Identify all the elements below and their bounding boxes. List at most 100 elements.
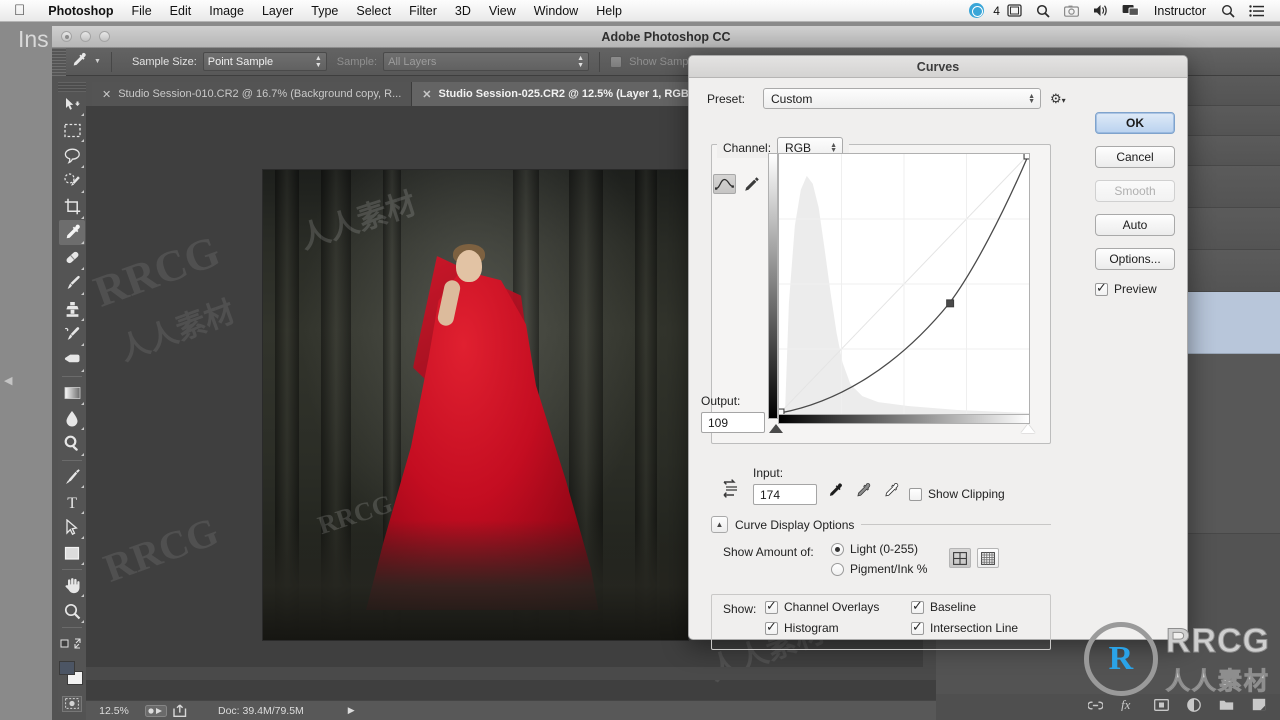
set-gray-point-eyedropper[interactable] [855,483,871,502]
close-icon[interactable]: ✕ [422,88,431,101]
auto-button[interactable]: Auto [1095,214,1175,236]
collapse-triangle-icon[interactable]: ▲ [711,516,728,533]
link-layers-icon[interactable] [1088,698,1103,716]
new-adjustment-layer-icon[interactable] [1187,698,1201,717]
menu-item-filter[interactable]: Filter [400,0,446,22]
menu-item-view[interactable]: View [480,0,525,22]
light-radio[interactable] [831,543,844,556]
menu-item-3d[interactable]: 3D [446,0,480,22]
menu-bar-user-name[interactable]: Instructor [1146,4,1214,18]
menu-item-window[interactable]: Window [525,0,587,22]
volume-icon[interactable] [1093,4,1108,17]
apple-logo-icon[interactable]:  [14,3,25,18]
zoom-tool[interactable] [59,598,85,624]
ok-button[interactable]: OK [1095,112,1175,134]
canvas-horizontal-scrollbar[interactable] [86,667,923,680]
sample-size-select[interactable]: Point Sample ▲▼ [203,52,327,71]
preview-checkbox[interactable] [1095,283,1108,296]
set-black-point-eyedropper[interactable] [827,483,843,502]
menu-item-photoshop[interactable]: Photoshop [39,0,122,22]
document-tab-1[interactable]: ✕ Studio Session-010.CR2 @ 16.7% (Backgr… [92,82,412,106]
display-icon[interactable] [1007,4,1022,17]
show-clipping-row[interactable]: Show Clipping [909,487,1005,501]
eraser-tool[interactable] [59,347,85,373]
show-clipping-checkbox[interactable] [909,488,922,501]
preview-row[interactable]: Preview [1095,282,1175,296]
toolbox-grip[interactable] [58,82,86,92]
channel-overlays-checkbox[interactable] [765,601,778,614]
status-menu-arrow-icon[interactable]: ▶ [348,705,355,716]
camera-raw-status-icon[interactable] [145,705,167,717]
quick-selection-tool[interactable] [59,169,85,195]
spot-healing-brush-tool[interactable] [59,245,85,271]
curve-point-tool[interactable] [713,174,736,194]
crop-tool[interactable] [59,194,85,220]
rectangular-marquee-tool[interactable] [59,117,85,143]
clone-stamp-tool[interactable] [59,296,85,322]
airplay-icon[interactable] [1122,4,1139,17]
creative-cloud-icon[interactable] [969,3,984,18]
options-button[interactable]: Options... [1095,248,1175,270]
gradient-tool[interactable] [59,380,85,406]
tenth-grid-button[interactable] [977,548,999,568]
menu-item-edit[interactable]: Edit [161,0,201,22]
histogram-row[interactable]: Histogram [765,621,911,635]
quarter-grid-button[interactable] [949,548,971,568]
menu-item-image[interactable]: Image [200,0,253,22]
share-icon[interactable] [173,704,189,717]
menu-item-select[interactable]: Select [347,0,400,22]
lasso-tool[interactable] [59,143,85,169]
foreground-color-swatch[interactable] [59,661,75,675]
new-layer-icon[interactable] [1252,698,1266,716]
menu-item-type[interactable]: Type [302,0,347,22]
spotlight-search-icon[interactable] [1036,4,1050,18]
curve-display-options-header[interactable]: ▲ Curve Display Options [711,516,1051,533]
pen-tool[interactable] [59,464,85,490]
black-point-slider[interactable] [769,424,783,433]
sample-select[interactable]: All Layers ▲▼ [383,52,589,71]
set-white-point-eyedropper[interactable] [883,483,899,502]
dodge-tool[interactable] [59,431,85,457]
intersection-line-checkbox[interactable] [911,622,924,635]
document-tab-2[interactable]: ✕ Studio Session-025.CR2 @ 12.5% (Layer … [412,82,712,106]
smooth-button[interactable]: Smooth [1095,180,1175,202]
menu-item-help[interactable]: Help [587,0,631,22]
preset-select[interactable]: Custom ▲▼ [763,88,1041,109]
move-tool[interactable] [59,92,85,118]
output-field[interactable]: 109 [701,412,765,433]
pencil-draw-curve-tool[interactable] [740,174,763,194]
baseline-checkbox[interactable] [911,601,924,614]
intersection-line-row[interactable]: Intersection Line [911,621,1018,635]
eyedropper-icon[interactable] [66,52,92,71]
screenshot-icon[interactable] [1064,5,1079,17]
menu-item-file[interactable]: File [123,0,161,22]
curve-direction-toggle-icon[interactable] [721,478,743,503]
eyedropper-tool[interactable] [59,220,85,246]
brush-tool[interactable] [59,271,85,297]
rectangle-tool[interactable] [59,540,85,566]
history-brush-tool[interactable] [59,322,85,348]
light-radio-row[interactable]: Light (0-255) [831,542,927,556]
canvas-photo[interactable]: 人人素材 RRCG [263,170,688,640]
close-icon[interactable]: ✕ [102,88,111,101]
search-icon[interactable] [1221,4,1235,18]
histogram-checkbox[interactable] [765,622,778,635]
show-sampling-ring-checkbox[interactable] [610,56,622,68]
menu-item-layer[interactable]: Layer [253,0,302,22]
notification-center-icon[interactable] [1249,5,1265,17]
zoom-level[interactable]: 12.5% [86,705,142,717]
cancel-button[interactable]: Cancel [1095,146,1175,168]
curve-plot[interactable] [778,153,1030,415]
foreground-background-color-swatches[interactable] [59,661,85,689]
tool-preset-chevron-icon[interactable]: ▼ [94,58,101,65]
input-field[interactable]: 174 [753,484,817,505]
horizontal-type-tool[interactable]: T [59,489,85,515]
blur-tool[interactable] [59,406,85,432]
hand-tool[interactable] [59,573,85,599]
pigment-radio-row[interactable]: Pigment/Ink % [831,562,927,576]
layer-style-fx-icon[interactable]: fx [1121,698,1136,716]
channel-overlays-row[interactable]: Channel Overlays [765,600,911,614]
new-group-icon[interactable] [1219,698,1234,716]
preset-options-gear-icon[interactable]: ⚙▾ [1050,91,1066,107]
collapse-panel-arrow-icon[interactable]: ◀ [4,374,12,387]
